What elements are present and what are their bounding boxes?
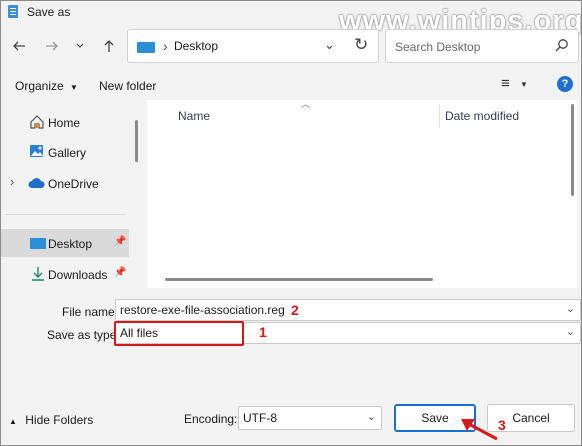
chevron-right-icon[interactable]: ›	[10, 174, 14, 189]
file-list: ︿ Name Date modified	[147, 99, 577, 288]
home-icon	[30, 115, 44, 129]
help-icon[interactable]: ?	[557, 76, 573, 92]
column-header-name[interactable]: Name	[178, 109, 210, 123]
new-folder-button[interactable]: New folder	[99, 79, 156, 93]
folder-icon	[137, 42, 155, 53]
download-icon	[32, 267, 44, 281]
column-divider[interactable]	[439, 104, 440, 128]
arrow-left-icon	[13, 41, 25, 51]
sidebar-item-onedrive[interactable]: › OneDrive	[1, 169, 129, 197]
sort-ascending-icon: ︿	[301, 99, 311, 109]
caret-down-icon: ▼	[519, 79, 528, 89]
chevron-down-icon[interactable]: ⌄	[367, 410, 376, 423]
save-as-dialog: Save as www.wintips.org › Desktop ⌄ ↻ Se…	[0, 0, 582, 446]
chevron-down-icon[interactable]: ⌄	[566, 325, 575, 338]
search-icon	[555, 39, 568, 52]
list-view-icon: ≡	[501, 75, 510, 92]
back-button[interactable]	[8, 35, 30, 57]
hide-folders-toggle[interactable]: ▲ Hide Folders	[9, 413, 93, 427]
address-bar[interactable]: › Desktop ⌄ ↻	[127, 29, 379, 63]
annotation-number-2: 2	[291, 302, 299, 318]
save-as-type-label: Save as type:	[47, 328, 120, 342]
chevron-down-icon	[76, 43, 84, 48]
hide-folders-label: Hide Folders	[25, 413, 94, 427]
organize-label: Organize	[15, 79, 64, 93]
pin-icon: 📌	[114, 267, 127, 278]
cloud-icon	[28, 178, 45, 188]
annotation-highlight-box	[114, 321, 244, 346]
encoding-select[interactable]: UTF-8 ⌄	[238, 406, 382, 430]
search-placeholder: Search Desktop	[395, 40, 481, 54]
annotation-arrow-icon	[461, 419, 498, 441]
sidebar-item-label: Downloads	[48, 268, 108, 282]
desktop-folder-icon	[30, 238, 46, 249]
navigation-pane: Home Gallery › OneDrive Desktop 📌 Downlo…	[1, 100, 131, 288]
caret-down-icon: ▼	[70, 83, 78, 92]
file-name-field[interactable]: restore-exe-file-association.reg ⌄	[115, 299, 581, 321]
vertical-scrollbar[interactable]	[571, 104, 574, 196]
sidebar-item-label: OneDrive	[48, 177, 99, 191]
column-header-date-modified[interactable]: Date modified	[445, 109, 519, 123]
encoding-value: UTF-8	[243, 411, 277, 425]
refresh-icon[interactable]: ↻	[354, 35, 368, 55]
sidebar-item-label: Gallery	[48, 146, 87, 160]
notepad-icon	[8, 5, 18, 18]
address-path: Desktop	[174, 39, 219, 53]
recent-locations-button[interactable]	[69, 35, 91, 57]
sidebar-item-desktop[interactable]: Desktop 📌	[1, 229, 129, 257]
file-name-label: File name:	[62, 305, 119, 319]
sidebar-item-home[interactable]: Home	[1, 108, 129, 136]
chevron-right-icon: ›	[163, 38, 168, 54]
encoding-label: Encoding:	[184, 412, 238, 426]
window-title: Save as	[27, 5, 71, 19]
navigation-scrollbar[interactable]	[135, 120, 138, 162]
up-button[interactable]	[98, 35, 120, 57]
arrow-right-icon	[46, 41, 58, 51]
horizontal-scrollbar[interactable]	[165, 278, 433, 281]
chevron-down-icon[interactable]: ⌄	[324, 37, 335, 53]
file-name-value: restore-exe-file-association.reg	[120, 303, 285, 317]
divider	[5, 214, 125, 215]
sidebar-item-label: Desktop	[48, 237, 93, 251]
organize-menu[interactable]: Organize ▼	[15, 79, 78, 93]
search-box[interactable]: Search Desktop	[385, 29, 579, 63]
gallery-icon	[30, 145, 43, 157]
arrow-up-icon	[104, 40, 114, 52]
caret-up-icon: ▲	[9, 417, 17, 426]
sidebar-item-gallery[interactable]: Gallery	[1, 138, 129, 166]
annotation-number-1: 1	[259, 324, 267, 340]
chevron-down-icon[interactable]: ⌄	[566, 302, 575, 315]
view-options-button[interactable]: ≡ ▼	[501, 75, 528, 92]
forward-button[interactable]	[41, 35, 63, 57]
pin-icon: 📌	[114, 236, 127, 247]
sidebar-item-label: Home	[48, 116, 81, 130]
sidebar-item-downloads[interactable]: Downloads 📌	[1, 260, 129, 288]
